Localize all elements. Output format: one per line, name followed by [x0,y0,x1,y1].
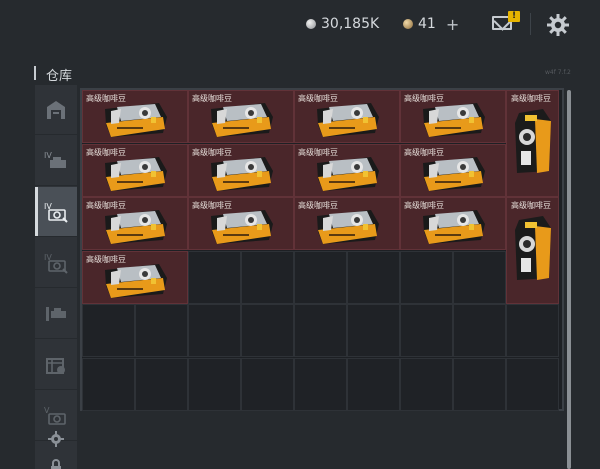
empty-slot[interactable] [400,304,453,357]
empty-slot[interactable] [188,250,241,304]
empty-slot[interactable] [82,357,135,411]
panel-title: 仓库 [46,69,73,84]
empty-slot[interactable] [294,304,347,357]
coffee-bean-pack-icon [317,210,379,244]
coffee-bean-pack-icon [423,103,485,137]
tier-v-modules-icon: V [44,406,66,425]
inventory-item-cell[interactable]: 高级咖啡豆 [294,197,400,250]
inventory-item-cell[interactable]: 高级咖啡豆 [188,90,294,143]
empty-slot[interactable] [506,357,559,411]
lock-icon [51,459,61,469]
panel-version: w4f 7.f.2 [545,69,571,76]
title-accent-bar [34,66,36,80]
add-currency-button[interactable]: + [446,15,459,34]
coffee-bean-pack-icon [211,103,273,137]
sidebar-item-vehicle-list[interactable] [35,289,77,339]
garage-icon [47,101,65,119]
empty-slot[interactable] [347,304,400,357]
empty-slot[interactable] [347,250,400,304]
coffee-bean-pack-icon [105,156,167,191]
inventory-item-cell[interactable]: 高级咖啡豆 [294,143,400,197]
empty-slot[interactable] [241,250,294,304]
empty-slot[interactable] [453,357,506,411]
empty-slot[interactable] [347,357,400,411]
bronze-amount: 41 [418,16,436,32]
vehicle-list-icon [46,307,66,321]
empty-slot[interactable] [400,250,453,304]
inventory-item-cell-tall[interactable]: 高级咖啡豆 [506,90,559,197]
inventory-item-cell[interactable]: 高级咖啡豆 [82,143,188,197]
silver-amount: 30,185K [321,16,380,32]
empty-slot[interactable] [188,357,241,411]
empty-slot[interactable] [241,304,294,357]
coffee-bean-pack-icon [423,210,485,244]
sidebar-item-crate[interactable] [35,340,77,390]
category-sidebar: IV IV IV V [35,85,77,469]
empty-slot[interactable] [294,357,347,411]
coffee-bean-pack-icon [211,210,273,244]
inventory-item-cell[interactable]: 高级咖啡豆 [82,197,188,250]
inventory-scrollbar[interactable] [567,90,571,469]
sidebar-item-garage[interactable] [35,85,77,135]
inventory-grid: 高级咖啡豆 高级咖啡豆 高级咖啡豆 高级咖啡豆 高级咖啡豆 高级咖啡豆 高级咖啡… [80,88,564,411]
tier-iv-modules-faded-icon: IV [44,253,68,274]
coffee-bean-pack-icon [317,156,379,191]
inventory-item-cell[interactable]: 高级咖啡豆 [400,143,506,197]
empty-slot[interactable] [294,250,347,304]
crate-icon [46,358,65,374]
coffee-bean-bag-icon [515,216,551,280]
inventory-item-cell[interactable]: 高级咖啡豆 [188,143,294,197]
empty-slot[interactable] [453,250,506,304]
empty-slot[interactable] [241,357,294,411]
inventory-item-cell-tall[interactable]: 高级咖啡豆 [506,197,559,304]
inventory-item-cell[interactable]: 高级咖啡豆 [294,90,400,143]
mail-badge: ! [508,11,520,22]
empty-slot[interactable] [135,357,188,411]
empty-slot[interactable] [82,304,135,357]
coffee-bean-pack-icon [211,156,273,191]
bronze-coin-icon [403,19,413,29]
tier-iv-modules-icon: IV [44,202,68,223]
tier-iv-vehicle-icon: IV [44,151,66,168]
silver-currency: 30,185K [306,12,379,36]
coffee-bean-pack-icon [105,103,167,137]
item-label: 高级咖啡豆 [511,201,551,210]
coffee-bean-pack-icon [105,210,167,244]
sidebar-settings-icon[interactable] [44,427,68,451]
sidebar-item-tier-iv-vehicle[interactable]: IV [35,136,77,186]
empty-slot[interactable] [506,304,559,357]
bronze-currency: 41 + [403,12,459,36]
hud-divider [530,13,531,35]
item-label: 高级咖啡豆 [511,94,551,103]
inventory-item-cell[interactable]: 高级咖啡豆 [400,90,506,143]
inventory-item-cell[interactable]: 高级咖啡豆 [400,197,506,250]
empty-slot[interactable] [400,357,453,411]
empty-slot[interactable] [453,304,506,357]
coffee-bean-pack-icon [105,263,167,298]
empty-slot[interactable] [188,304,241,357]
coffee-bean-bag-icon [515,109,551,173]
sidebar-item-tier-iv-modules-alt[interactable]: IV [35,238,77,288]
empty-slot[interactable] [135,304,188,357]
inventory-item-cell[interactable]: 高级咖啡豆 [188,197,294,250]
coffee-bean-pack-icon [423,156,485,191]
svg-text:IV: IV [44,151,52,160]
sidebar-item-tier-iv-modules[interactable]: IV [35,187,77,237]
inventory-item-cell[interactable]: 高级咖啡豆 [82,90,188,143]
coffee-bean-pack-icon [317,103,379,137]
settings-gear-icon[interactable] [546,13,570,37]
silver-coin-icon [306,19,316,29]
inventory-item-cell[interactable]: 高级咖啡豆 [82,250,188,304]
